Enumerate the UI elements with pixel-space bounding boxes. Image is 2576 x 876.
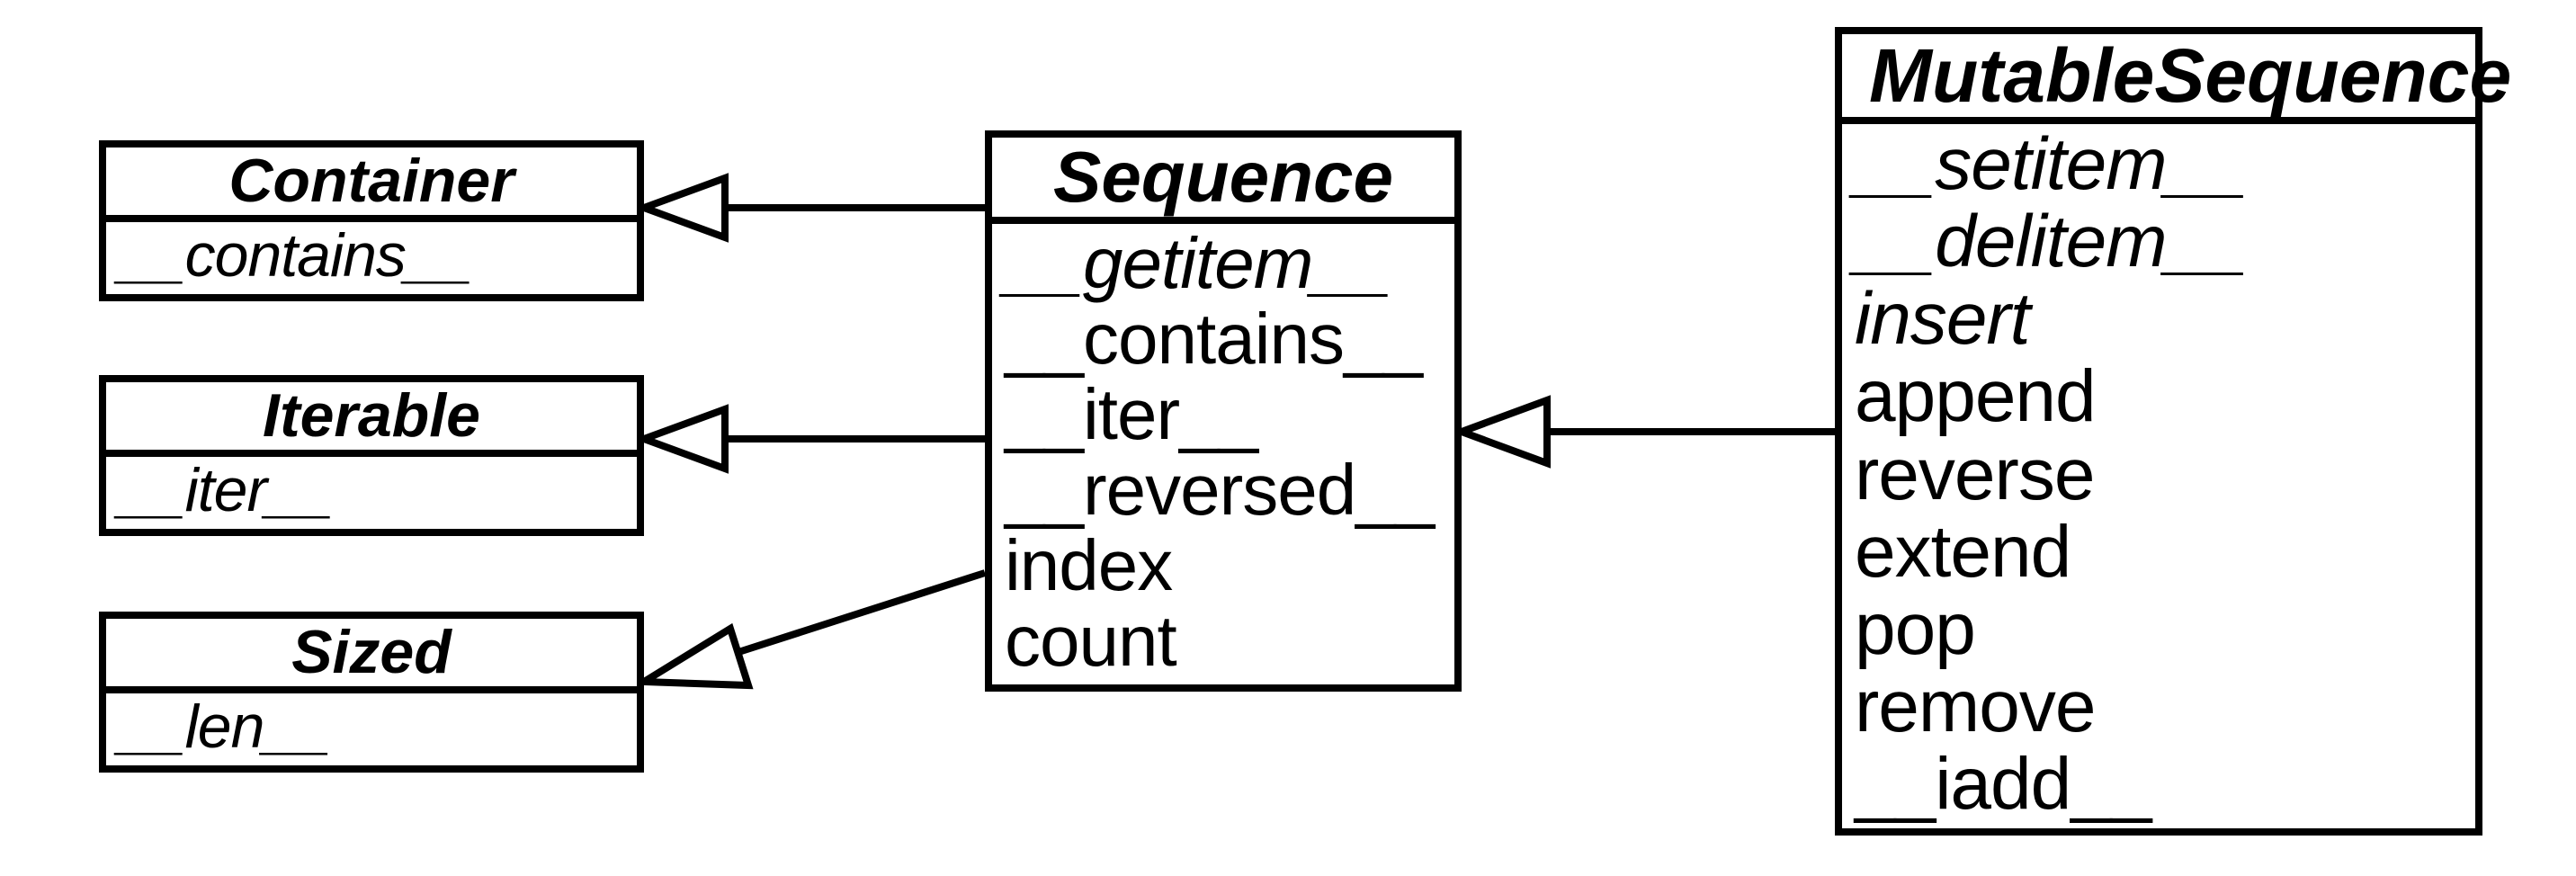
class-iterable-name: Iterable	[106, 382, 637, 457]
class-iterable: Iterable __iter__	[99, 375, 644, 536]
edge-sequence-to-sized	[644, 573, 985, 685]
class-sequence-name: Sequence	[992, 138, 1454, 224]
class-mutablesequence-name: MutableSequence	[1842, 34, 2475, 124]
class-container-members: __contains__	[106, 222, 637, 293]
class-sized: Sized __len__	[99, 612, 644, 773]
uml-diagram: Container __contains__ Iterable __iter__…	[0, 0, 2576, 876]
member: __iter__	[1005, 377, 1442, 452]
class-sized-name: Sized	[106, 619, 637, 693]
edge-sequence-to-container	[644, 178, 985, 237]
member: __setitem__	[1855, 126, 2463, 203]
member: pop	[1855, 591, 2463, 668]
member: __reversed__	[1005, 452, 1442, 528]
member: extend	[1855, 514, 2463, 591]
class-sequence: Sequence __getitem__ __contains__ __iter…	[985, 130, 1462, 692]
member: __iter__	[119, 459, 624, 523]
member: index	[1005, 528, 1442, 603]
member: insert	[1855, 281, 2463, 358]
edge-sequence-to-iterable	[644, 409, 985, 469]
class-container-name: Container	[106, 147, 637, 222]
member: count	[1005, 603, 1442, 679]
member: __len__	[119, 695, 624, 759]
edge-mutablesequence-to-sequence	[1462, 400, 1835, 463]
member: reverse	[1855, 436, 2463, 514]
member: __getitem__	[1005, 226, 1442, 301]
class-iterable-members: __iter__	[106, 457, 637, 528]
member: append	[1855, 358, 2463, 435]
member: __iadd__	[1855, 746, 2463, 823]
class-mutablesequence: MutableSequence __setitem__ __delitem__ …	[1835, 27, 2482, 836]
class-sequence-members: __getitem__ __contains__ __iter__ __reve…	[992, 224, 1454, 684]
member: __delitem__	[1855, 203, 2463, 281]
class-container: Container __contains__	[99, 140, 644, 301]
class-sized-members: __len__	[106, 693, 637, 764]
class-mutablesequence-members: __setitem__ __delitem__ insert append re…	[1842, 124, 2475, 828]
member: __contains__	[1005, 301, 1442, 377]
member: __contains__	[119, 224, 624, 288]
member: remove	[1855, 668, 2463, 746]
